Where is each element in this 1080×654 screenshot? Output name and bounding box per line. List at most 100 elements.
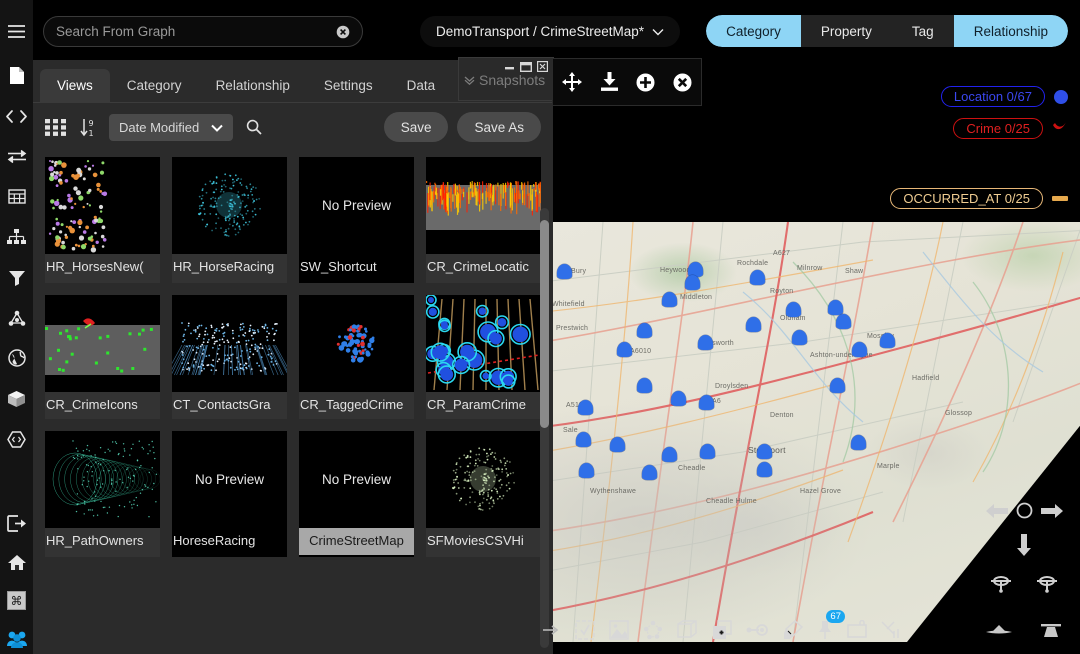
map-location-marker[interactable] [637, 323, 652, 338]
rotate-right-icon[interactable] [1035, 573, 1059, 598]
arrow-down-icon[interactable] [1016, 534, 1032, 561]
save-as-button[interactable]: Save As [457, 112, 541, 142]
minimize-icon[interactable] [504, 62, 515, 71]
hierarchy-icon[interactable] [0, 222, 33, 252]
graph-selector[interactable]: DemoTransport / CrimeStreetMap* [420, 16, 680, 47]
map-location-marker[interactable] [662, 447, 677, 462]
map-location-marker[interactable] [757, 444, 772, 459]
grid-view-icon[interactable] [45, 119, 67, 136]
map-location-marker[interactable] [671, 391, 686, 406]
map-location-marker[interactable] [836, 314, 851, 329]
perspective-cone-icon[interactable] [1038, 622, 1064, 638]
map-location-marker[interactable] [610, 437, 625, 452]
cube-wire-icon[interactable] [677, 620, 698, 640]
atom-icon[interactable] [643, 620, 663, 640]
move-icon[interactable] [562, 72, 582, 92]
transfer-arrows-icon[interactable] [0, 141, 33, 171]
duplicate-add-icon[interactable] [712, 620, 732, 640]
sort-descending-icon[interactable]: 91 [80, 118, 96, 137]
globe-icon[interactable] [0, 343, 33, 373]
location-color-swatch[interactable] [1054, 90, 1068, 104]
view-card[interactable]: CR_CrimeLocatic [426, 157, 541, 283]
hexagon-icon[interactable] [0, 424, 33, 454]
view-card-thumbnail[interactable]: No Preview [299, 431, 414, 528]
cube-icon[interactable] [0, 384, 33, 414]
chevron-down-icon[interactable] [652, 24, 664, 39]
map-location-marker[interactable] [757, 462, 772, 477]
view-card-thumbnail[interactable] [426, 295, 541, 392]
map-location-marker[interactable] [699, 395, 714, 410]
map-location-marker[interactable] [578, 400, 593, 415]
map-location-marker[interactable] [698, 335, 713, 350]
search-icon[interactable] [246, 119, 262, 135]
map-location-marker[interactable] [786, 302, 801, 317]
logout-icon[interactable] [0, 508, 33, 538]
rotate-left-icon[interactable] [989, 573, 1013, 598]
map-location-marker[interactable] [576, 432, 591, 447]
scissors-path-icon[interactable] [881, 621, 901, 639]
search-bar[interactable] [43, 16, 363, 47]
node-link-icon[interactable] [746, 623, 768, 637]
crime-color-swatch[interactable] [1052, 119, 1068, 138]
arrow-right-nub-icon[interactable] [543, 623, 561, 637]
filter-icon[interactable] [0, 262, 33, 292]
view-card-thumbnail[interactable] [172, 295, 287, 392]
save-button[interactable]: Save [384, 112, 449, 142]
view-card[interactable]: No PreviewHoreseRacing [172, 431, 287, 557]
download-icon[interactable] [600, 72, 619, 92]
badge-location[interactable]: Location 0/67 [941, 86, 1045, 107]
tab-views[interactable]: Views [40, 69, 110, 103]
map-location-marker[interactable] [617, 342, 632, 357]
view-card-thumbnail[interactable] [45, 295, 160, 392]
occurred-at-color-swatch[interactable] [1052, 196, 1068, 201]
map-location-marker[interactable] [750, 270, 765, 285]
close-icon[interactable] [537, 61, 548, 72]
view-card[interactable]: CT_ContactsGra [172, 295, 287, 419]
map-location-marker[interactable] [830, 378, 845, 393]
view-card-thumbnail[interactable]: No Preview [299, 157, 414, 254]
map-location-marker[interactable] [685, 275, 700, 290]
views-panel-scrollbar[interactable] [540, 208, 549, 648]
view-card[interactable]: CR_ParamCrime [426, 295, 541, 419]
view-card[interactable]: No PreviewSW_Shortcut [299, 157, 414, 283]
view-card-thumbnail[interactable] [45, 431, 160, 528]
sort-select[interactable]: Date Modified [109, 114, 233, 141]
search-input[interactable] [56, 24, 336, 39]
checkbox-select-icon[interactable] [575, 620, 595, 640]
chevron-down-icon[interactable] [211, 120, 223, 135]
snapshots-title-row[interactable]: Snapshots [459, 72, 553, 88]
brush-icon[interactable] [782, 620, 803, 640]
view-card-thumbnail[interactable] [426, 431, 541, 528]
network-icon[interactable] [0, 303, 33, 333]
view-card[interactable]: CR_TaggedCrimе [299, 295, 414, 419]
pin-icon[interactable]: 67 [817, 620, 833, 640]
snapshots-panel[interactable]: Snapshots [458, 57, 554, 101]
map-location-marker[interactable] [642, 465, 657, 480]
tab-property[interactable]: Property [801, 15, 892, 47]
users-icon[interactable] [0, 624, 33, 654]
stamp-icon[interactable] [847, 620, 867, 640]
arrow-left-icon[interactable] [986, 503, 1008, 524]
tab-category[interactable]: Category [110, 69, 199, 103]
home-icon[interactable] [0, 547, 33, 577]
tab-relationship[interactable]: Relationship [199, 69, 307, 103]
tab-data[interactable]: Data [390, 69, 453, 103]
table-icon[interactable] [0, 182, 33, 212]
map-location-marker[interactable] [880, 333, 895, 348]
map-location-marker[interactable] [579, 463, 594, 478]
clear-circle-icon[interactable] [336, 25, 350, 39]
map-location-marker[interactable] [557, 264, 572, 279]
view-card[interactable]: CR_CrimeIcons [45, 295, 160, 419]
view-card-thumbnail[interactable] [426, 157, 541, 254]
perspective-flat-icon[interactable] [986, 622, 1012, 638]
view-card-thumbnail[interactable] [45, 157, 160, 254]
view-card-thumbnail[interactable]: No Preview [172, 431, 287, 528]
view-card-thumbnail[interactable] [172, 157, 287, 254]
view-card-thumbnail[interactable] [299, 295, 414, 392]
views-grid-wrapper[interactable]: HR_HorsesNew(HR_HorseRacingNo PreviewSW_… [33, 151, 553, 651]
view-card[interactable]: HR_HorseRacing [172, 157, 287, 283]
view-card[interactable]: No PreviewCrimeStreetMap [299, 431, 414, 557]
maximize-icon[interactable] [520, 62, 532, 72]
badge-crime[interactable]: Crime 0/25 [953, 118, 1043, 139]
command-icon[interactable]: ⌘ [0, 585, 33, 615]
